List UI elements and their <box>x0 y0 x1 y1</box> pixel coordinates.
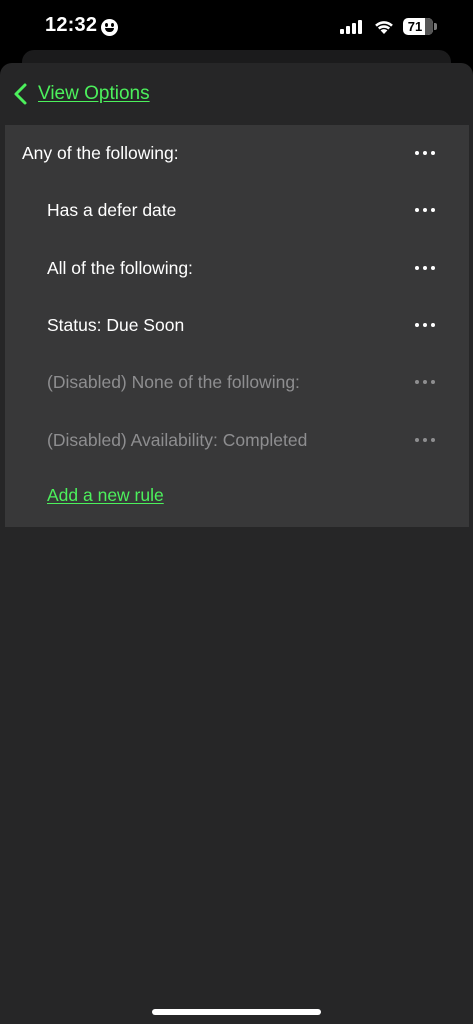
status-bar: 12:32 71 <box>0 0 473 56</box>
chevron-left-icon[interactable] <box>12 82 32 106</box>
wifi-icon <box>373 18 395 35</box>
rule-row[interactable]: All of the following: <box>5 240 469 297</box>
rule-label: (Disabled) None of the following: <box>47 372 300 392</box>
ellipsis-icon[interactable] <box>415 208 437 213</box>
battery-level: 71 <box>407 19 423 34</box>
rule-row[interactable]: Status: Due Soon <box>5 297 469 354</box>
rule-row[interactable]: Any of the following: <box>5 125 469 182</box>
ellipsis-icon[interactable] <box>415 151 437 156</box>
cellular-signal-icon <box>340 20 362 34</box>
rule-label: Status: Due Soon <box>47 315 185 335</box>
status-time: 12:32 <box>45 14 98 36</box>
ellipsis-icon[interactable] <box>415 438 437 443</box>
rule-row-disabled[interactable]: (Disabled) None of the following: <box>5 354 469 411</box>
add-rule-button[interactable]: Add a new rule <box>47 485 164 506</box>
ellipsis-icon[interactable] <box>415 266 437 271</box>
ellipsis-icon[interactable] <box>415 323 437 328</box>
back-button[interactable]: View Options <box>38 83 150 105</box>
home-indicator[interactable] <box>152 1009 321 1015</box>
rules-panel: Any of the following: Has a defer date A… <box>5 125 469 527</box>
smiley-face-icon <box>101 19 118 36</box>
rules-sheet: View Options Any of the following: Has a… <box>0 63 473 1024</box>
battery-cap <box>434 23 437 30</box>
rule-label: Has a defer date <box>47 200 177 220</box>
nav-bar: View Options <box>0 63 473 125</box>
battery-icon: 71 <box>403 18 433 35</box>
rule-row[interactable]: Has a defer date <box>5 182 469 239</box>
rule-label: (Disabled) Availability: Completed <box>47 430 308 450</box>
rule-row-disabled[interactable]: (Disabled) Availability: Completed <box>5 412 469 469</box>
ellipsis-icon[interactable] <box>415 380 437 385</box>
rule-label: Any of the following: <box>22 143 179 163</box>
rule-label: All of the following: <box>47 258 193 278</box>
